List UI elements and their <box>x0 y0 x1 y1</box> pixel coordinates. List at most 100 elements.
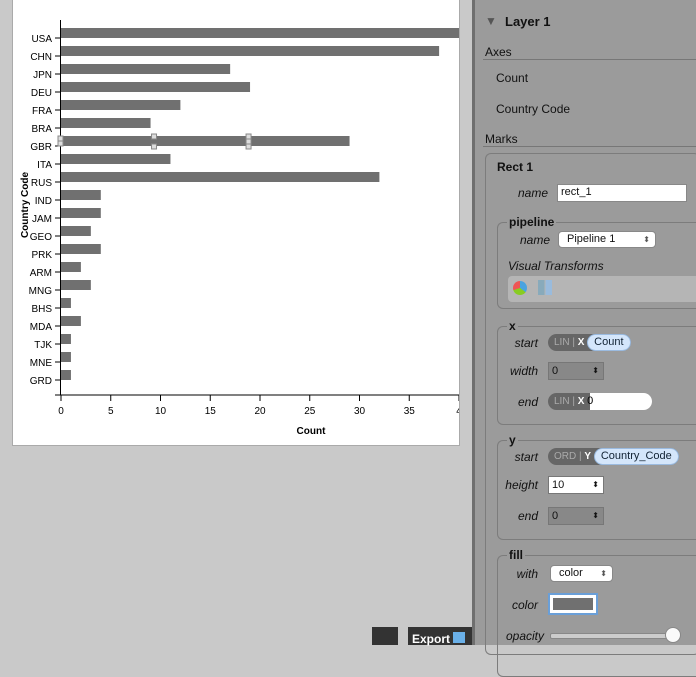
x-width-stepper[interactable]: 0 ⬍ <box>548 362 604 380</box>
y-tick-label: CHN <box>30 52 52 63</box>
y-tick-label: BRA <box>31 124 52 135</box>
marks-heading: Marks <box>485 132 518 146</box>
bar-geo <box>61 226 91 236</box>
bar-arm <box>61 262 81 272</box>
selection-handle <box>245 133 252 140</box>
scale-type: LIN <box>554 396 570 407</box>
axis-item-count[interactable]: Count <box>496 71 528 85</box>
mark-title: Rect 1 <box>497 160 534 174</box>
mark-name-input[interactable]: rect_1 <box>557 184 687 202</box>
y-tick-label: RUS <box>31 178 52 189</box>
y-tick-label: MNE <box>30 358 53 369</box>
y-tick-label: IND <box>35 196 52 207</box>
pipeline-group: pipeline name Pipeline 1 ⬍ Visual Transfo… <box>497 215 696 309</box>
bar-chart: USA CHN JPN DEU FRA BRA GBR ITA RUS IND JAM GEO PRK A… <box>20 20 459 437</box>
selection-handle <box>245 138 252 145</box>
toolbar-button[interactable] <box>372 627 398 645</box>
x-tick-label: 35 <box>404 406 416 417</box>
x-axis-title: Count <box>297 426 327 437</box>
pipeline-name-label: name <box>519 233 550 247</box>
bar-bra <box>61 118 151 128</box>
fill-heading: fill <box>507 548 525 562</box>
fill-with-select[interactable]: color ⬍ <box>550 565 613 582</box>
bar-rus <box>61 172 380 182</box>
y-tick-label: GEO <box>30 232 52 243</box>
x-tick-label: 10 <box>155 406 167 417</box>
x-end-value[interactable]: 0 <box>587 395 593 407</box>
collapse-triangle-icon[interactable]: ▼ <box>485 14 497 28</box>
selection-handle <box>245 143 252 150</box>
fill-with-value: color <box>559 567 583 579</box>
y-tick-label: GRD <box>30 376 52 387</box>
y-height-stepper[interactable]: 10 ⬍ <box>548 476 604 494</box>
y-tick-label: MDA <box>30 322 53 333</box>
bar-jpn <box>61 64 231 74</box>
y-tick-label: ITA <box>37 160 52 171</box>
export-icon <box>453 632 466 643</box>
scale-axis: X <box>577 337 585 348</box>
export-label: Export <box>412 632 451 646</box>
x-tick-label: 4 <box>456 406 459 417</box>
x-tick-label: 5 <box>108 406 114 417</box>
pie-transform-icon[interactable] <box>513 281 527 295</box>
y-tick-label: JPN <box>33 70 52 81</box>
y-heading: y <box>507 433 518 447</box>
bar-gbr <box>61 136 350 146</box>
bar-mda <box>61 316 81 326</box>
y-height-value: 10 <box>552 479 565 491</box>
x-width-value: 0 <box>552 365 559 377</box>
x-tick-label: 30 <box>354 406 366 417</box>
bar-mne <box>61 352 71 362</box>
x-group: x start LIN | X Count width 0 ⬍ end LIN |… <box>497 319 696 425</box>
scale-axis: Y <box>584 451 592 462</box>
bar-transform-icon[interactable] <box>538 280 552 295</box>
x-start-field[interactable]: Count <box>587 334 631 351</box>
bar-grd <box>61 370 71 380</box>
layer-title: Layer 1 <box>505 14 551 29</box>
y-tick-label: ARM <box>30 268 52 279</box>
pipeline-value: Pipeline 1 <box>567 233 616 245</box>
bar-mng <box>61 280 91 290</box>
y-tick-label: DEU <box>31 88 52 99</box>
chart-canvas: USA CHN JPN DEU FRA BRA GBR ITA RUS IND JAM GEO PRK A… <box>12 0 460 446</box>
y-start-label: start <box>514 450 538 464</box>
x-start-binding[interactable]: LIN | X Count <box>548 334 631 351</box>
visual-transforms-tray <box>508 276 696 302</box>
bar-fra <box>61 100 181 110</box>
y-end-stepper[interactable]: 0 ⬍ <box>548 507 604 525</box>
selection-handle <box>151 143 158 150</box>
opacity-slider-knob[interactable] <box>665 627 681 643</box>
y-axis-title: Country Code <box>20 172 31 239</box>
pipeline-heading: pipeline <box>507 215 557 229</box>
selection-handle <box>57 135 64 142</box>
y-start-field[interactable]: Country_Code <box>593 448 679 465</box>
x-end-binding[interactable]: LIN | X 0 <box>548 393 652 410</box>
bar-usa <box>61 28 459 38</box>
selection-handle <box>151 133 158 140</box>
export-button[interactable]: Export <box>408 627 472 646</box>
y-tick-label: GBR <box>30 142 52 153</box>
scale-axis: X <box>577 396 585 407</box>
fill-with-label: with <box>516 567 538 581</box>
y-tick-label: TJK <box>34 340 52 351</box>
x-end-label: end <box>517 395 538 409</box>
opacity-slider[interactable] <box>550 627 681 643</box>
y-tick-label: JAM <box>32 214 52 225</box>
fill-color-label: color <box>511 598 538 612</box>
x-width-label: width <box>509 364 538 378</box>
y-end-label: end <box>517 509 538 523</box>
pipeline-select[interactable]: Pipeline 1 ⬍ <box>558 231 656 248</box>
y-start-binding[interactable]: ORD | Y Country_Code <box>548 448 679 465</box>
y-tick-label: FRA <box>32 106 52 117</box>
y-tick-label: BHS <box>31 304 52 315</box>
fill-color-swatch[interactable] <box>548 593 598 615</box>
axis-item-country-code[interactable]: Country Code <box>496 102 570 116</box>
axes-heading: Axes <box>485 45 512 59</box>
bar-bhs <box>61 298 71 308</box>
x-tick-label: 0 <box>58 406 64 417</box>
name-label: name <box>517 186 548 200</box>
x-tick-label: 15 <box>205 406 217 417</box>
x-start-label: start <box>514 336 538 350</box>
fill-opacity-label: opacity <box>505 629 544 643</box>
x-heading: x <box>507 319 518 333</box>
